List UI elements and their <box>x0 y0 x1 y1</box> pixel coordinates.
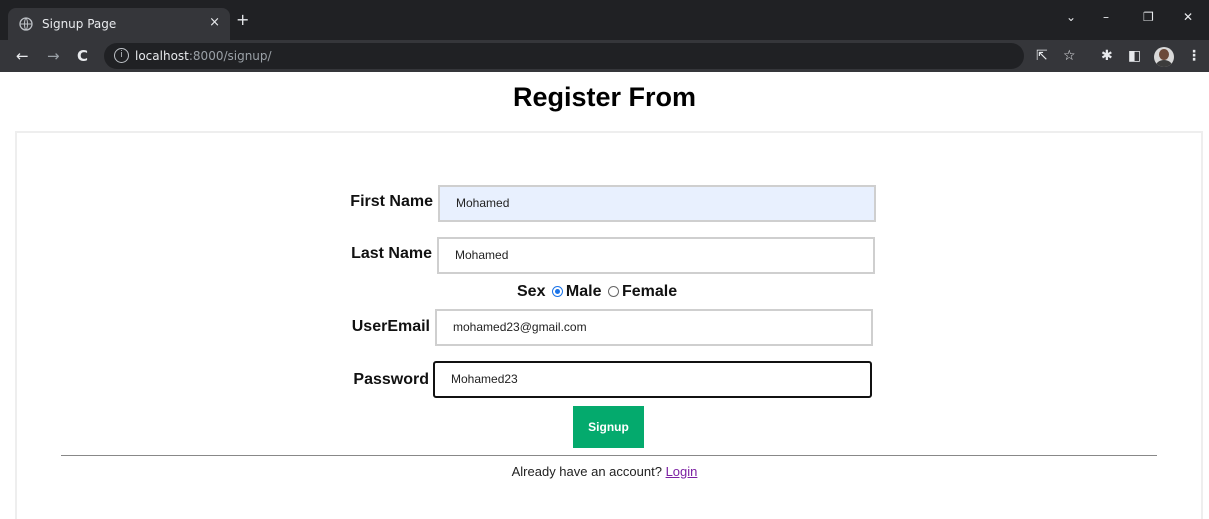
forward-icon[interactable]: → <box>47 47 60 65</box>
signup-button[interactable]: Signup <box>573 406 644 448</box>
login-prompt-text: Already have an account? <box>511 464 662 479</box>
info-icon[interactable]: i <box>114 48 129 63</box>
reload-icon[interactable]: C <box>77 47 88 65</box>
password-label: Password <box>353 371 429 388</box>
login-prompt: Already have an account? Login <box>0 464 1209 479</box>
menu-icon[interactable]: ⋮ <box>1187 48 1201 64</box>
browser-tab-bar: Signup Page × + ⌄ – ❐ ✕ <box>0 0 1209 40</box>
last-name-label: Last Name <box>351 245 432 262</box>
star-icon[interactable]: ☆ <box>1063 48 1076 64</box>
url-text: localhost:8000/signup/ <box>135 49 272 63</box>
first-name-input[interactable]: Mohamed <box>438 185 876 222</box>
female-radio[interactable] <box>607 286 619 297</box>
page-title: Register From <box>512 82 697 112</box>
share-icon[interactable]: ⇱ <box>1036 48 1048 64</box>
password-input[interactable]: Mohamed23 <box>433 361 872 398</box>
male-radio[interactable] <box>551 286 563 297</box>
close-window-icon[interactable]: ✕ <box>1183 10 1193 24</box>
tab-title: Signup Page <box>42 17 117 31</box>
restore-icon[interactable]: ❐ <box>1143 10 1154 24</box>
back-icon[interactable]: ← <box>16 47 29 65</box>
chevron-down-icon[interactable]: ⌄ <box>1066 10 1076 24</box>
minimize-icon[interactable]: – <box>1103 10 1109 24</box>
side-panel-icon[interactable]: ◧ <box>1128 48 1141 64</box>
last-name-input[interactable]: Mohamed <box>437 237 875 274</box>
close-tab-icon[interactable]: × <box>209 15 220 30</box>
user-email-label: UserEmail <box>351 318 430 335</box>
login-link[interactable]: Login <box>666 464 698 479</box>
sex-label: Sex <box>517 283 546 300</box>
extensions-icon[interactable]: ✱ <box>1101 48 1113 64</box>
user-email-input[interactable]: mohamed23@gmail.com <box>435 309 873 346</box>
sex-radio-group: Sex Male Female <box>517 283 677 301</box>
browser-toolbar: ← → C i localhost:8000/signup/ ⇱ ☆ ✱ ◧ ⋮ <box>0 40 1209 72</box>
first-name-label: First Name <box>350 193 433 210</box>
profile-avatar[interactable] <box>1154 47 1174 67</box>
female-label: Female <box>621 283 678 300</box>
browser-tab[interactable]: Signup Page × <box>8 8 230 40</box>
divider <box>61 455 1157 456</box>
globe-icon <box>19 17 33 31</box>
address-bar[interactable]: i localhost:8000/signup/ <box>104 43 1024 69</box>
male-label: Male <box>565 283 602 300</box>
new-tab-icon[interactable]: + <box>236 10 249 29</box>
